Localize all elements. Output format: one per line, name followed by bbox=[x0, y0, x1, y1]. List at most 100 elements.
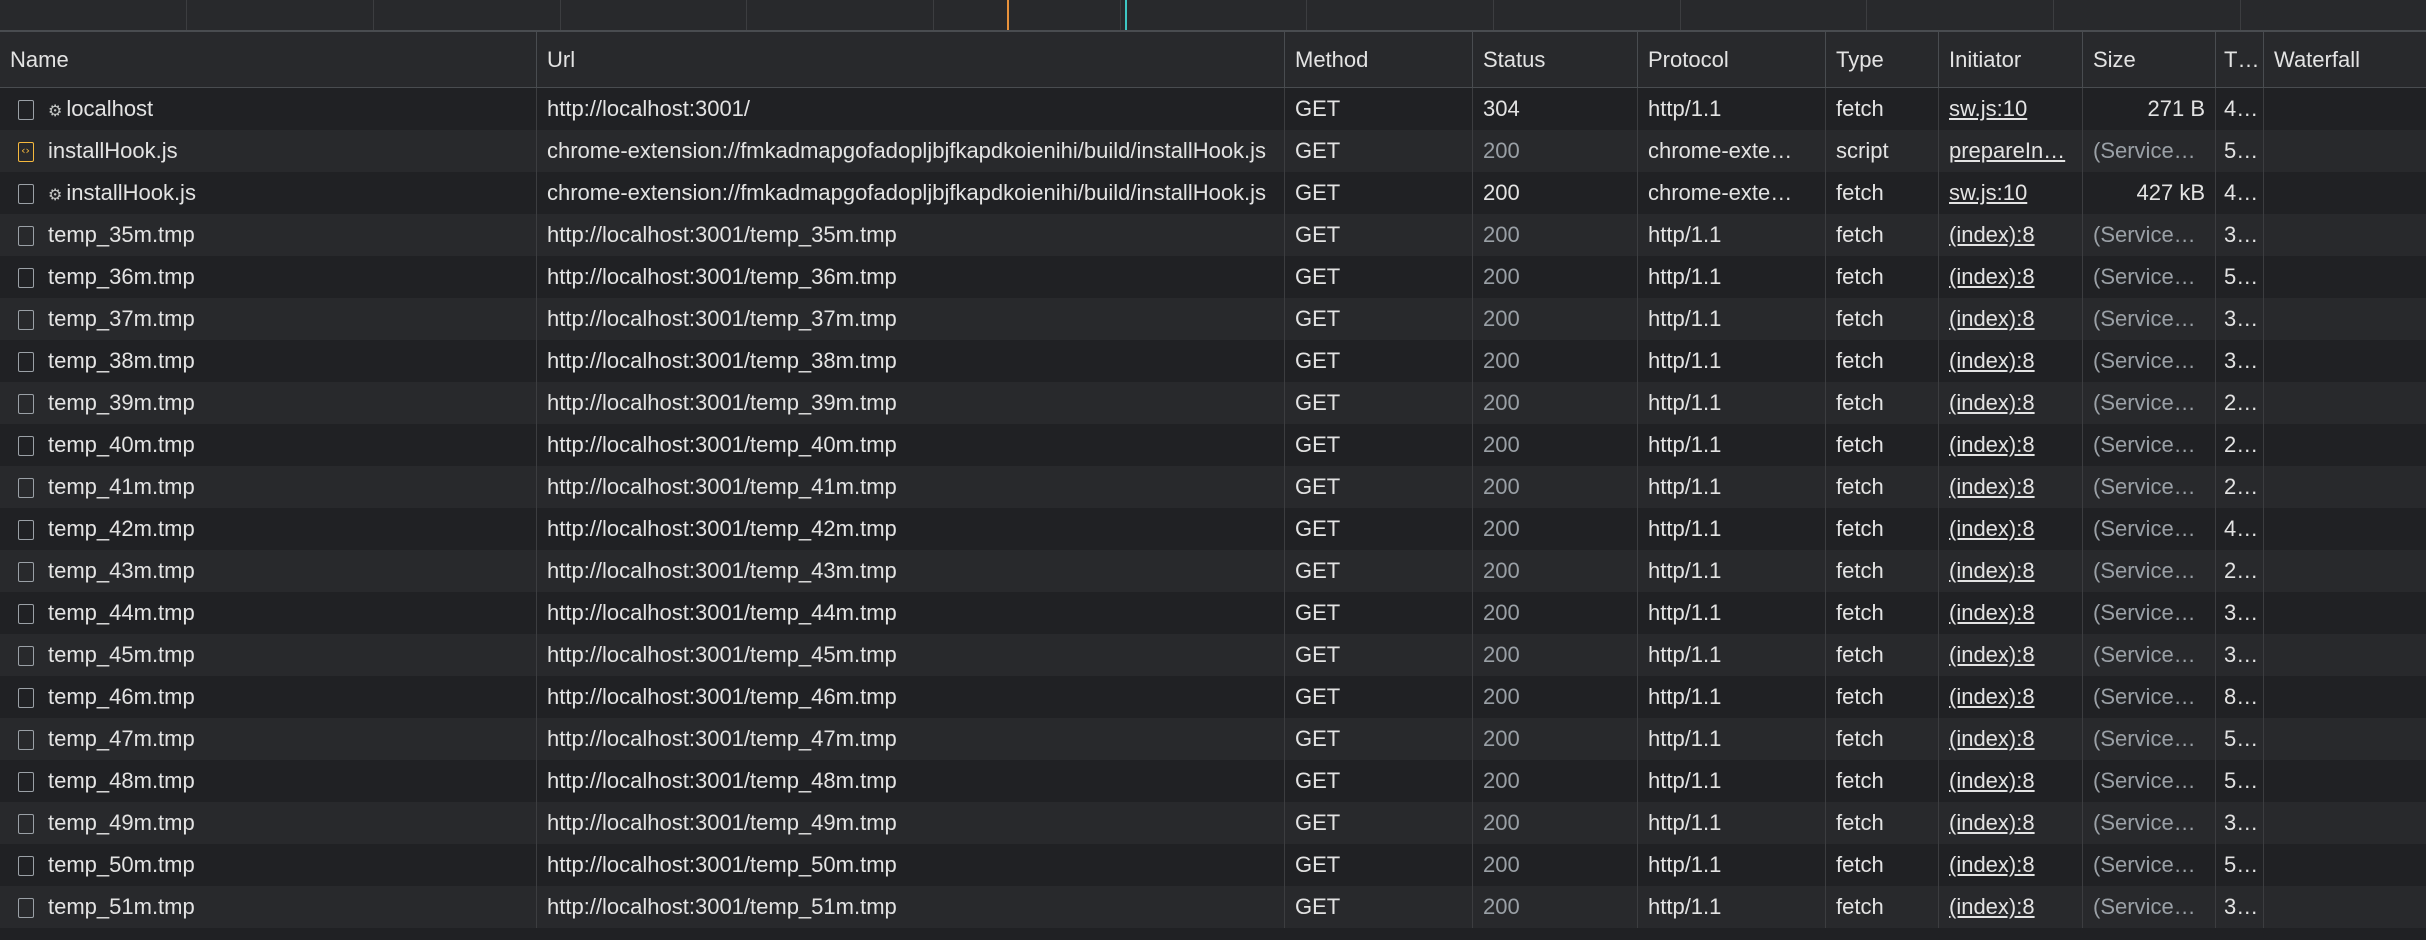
request-name: temp_35m.tmp bbox=[48, 222, 195, 247]
cell-url: http://localhost:3001/temp_48m.tmp bbox=[537, 760, 1285, 802]
cell-name[interactable]: temp_41m.tmp bbox=[0, 466, 537, 508]
initiator-link[interactable]: (index):8 bbox=[1949, 726, 2035, 751]
initiator-link[interactable]: (index):8 bbox=[1949, 894, 2035, 919]
cell-protocol: chrome-exte… bbox=[1638, 130, 1826, 172]
column-header-size[interactable]: Size bbox=[2083, 32, 2216, 88]
initiator-link[interactable]: (index):8 bbox=[1949, 810, 2035, 835]
initiator-link[interactable]: (index):8 bbox=[1949, 684, 2035, 709]
table-row[interactable]: installHook.js chrome-extension://fmkadma… bbox=[0, 130, 2426, 172]
network-overview-timeline[interactable] bbox=[0, 0, 2426, 32]
table-row[interactable]: temp_41m.tmp http://localhost:3001/temp_4… bbox=[0, 466, 2426, 508]
initiator-link[interactable]: (index):8 bbox=[1949, 642, 2035, 667]
cell-name[interactable]: temp_44m.tmp bbox=[0, 592, 537, 634]
table-row[interactable]: ⚙ localhost http://localhost:3001/GET 304 ht… bbox=[0, 88, 2426, 130]
initiator-link[interactable]: sw.js:10 bbox=[1949, 180, 2027, 205]
cell-size: (Service… bbox=[2083, 256, 2216, 298]
table-row[interactable]: temp_40m.tmp http://localhost:3001/temp_4… bbox=[0, 424, 2426, 466]
table-row[interactable]: ⚙ installHook.js chrome-extension://fmkadm… bbox=[0, 172, 2426, 214]
cell-type: fetch bbox=[1826, 592, 1939, 634]
cell-time: 2… bbox=[2216, 382, 2264, 424]
column-header-method[interactable]: Method bbox=[1285, 32, 1473, 88]
cell-name[interactable]: temp_45m.tmp bbox=[0, 634, 537, 676]
initiator-link[interactable]: (index):8 bbox=[1949, 600, 2035, 625]
cell-name[interactable]: temp_40m.tmp bbox=[0, 424, 537, 466]
cell-name[interactable]: temp_37m.tmp bbox=[0, 298, 537, 340]
cell-method: GET bbox=[1285, 340, 1473, 382]
cell-name[interactable]: temp_42m.tmp bbox=[0, 508, 537, 550]
table-row[interactable]: temp_48m.tmp http://localhost:3001/temp_4… bbox=[0, 760, 2426, 802]
cell-url: http://localhost:3001/temp_43m.tmp bbox=[537, 550, 1285, 592]
document-icon bbox=[18, 478, 34, 498]
initiator-link[interactable]: (index):8 bbox=[1949, 390, 2035, 415]
table-row[interactable]: temp_42m.tmp http://localhost:3001/temp_4… bbox=[0, 508, 2426, 550]
table-row[interactable]: temp_38m.tmp http://localhost:3001/temp_3… bbox=[0, 340, 2426, 382]
initiator-link[interactable]: (index):8 bbox=[1949, 348, 2035, 373]
column-header-status[interactable]: Status bbox=[1473, 32, 1638, 88]
cell-name[interactable]: temp_47m.tmp bbox=[0, 718, 537, 760]
cell-name[interactable]: temp_35m.tmp bbox=[0, 214, 537, 256]
cell-protocol: http/1.1 bbox=[1638, 466, 1826, 508]
initiator-link[interactable]: (index):8 bbox=[1949, 474, 2035, 499]
cell-name[interactable]: temp_46m.tmp bbox=[0, 676, 537, 718]
table-row[interactable]: temp_44m.tmp http://localhost:3001/temp_4… bbox=[0, 592, 2426, 634]
column-header-initiator[interactable]: Initiator bbox=[1939, 32, 2083, 88]
initiator-link[interactable]: (index):8 bbox=[1949, 432, 2035, 457]
cell-name[interactable]: temp_39m.tmp bbox=[0, 382, 537, 424]
cell-name[interactable]: temp_43m.tmp bbox=[0, 550, 537, 592]
column-header-type[interactable]: Type bbox=[1826, 32, 1939, 88]
initiator-link[interactable]: (index):8 bbox=[1949, 768, 2035, 793]
cell-size: (Service… bbox=[2083, 676, 2216, 718]
table-row[interactable]: temp_36m.tmp http://localhost:3001/temp_3… bbox=[0, 256, 2426, 298]
initiator-link[interactable]: (index):8 bbox=[1949, 306, 2035, 331]
column-header-waterfall[interactable]: Waterfall bbox=[2264, 32, 2426, 88]
column-header-protocol[interactable]: Protocol bbox=[1638, 32, 1826, 88]
cell-name[interactable]: temp_50m.tmp bbox=[0, 844, 537, 886]
cell-waterfall bbox=[2264, 844, 2426, 886]
cell-time: 2… bbox=[2216, 550, 2264, 592]
initiator-link[interactable]: (index):8 bbox=[1949, 516, 2035, 541]
initiator-link[interactable]: prepareIn… bbox=[1949, 138, 2065, 163]
cell-method: GET bbox=[1285, 592, 1473, 634]
cell-type: fetch bbox=[1826, 466, 1939, 508]
column-header-url[interactable]: Url bbox=[537, 32, 1285, 88]
service-worker-gear-icon: ⚙ bbox=[48, 101, 63, 120]
timeline-gridline bbox=[560, 0, 561, 30]
cell-type: fetch bbox=[1826, 802, 1939, 844]
table-row[interactable]: temp_47m.tmp http://localhost:3001/temp_4… bbox=[0, 718, 2426, 760]
table-row[interactable]: temp_39m.tmp http://localhost:3001/temp_3… bbox=[0, 382, 2426, 424]
cell-name[interactable]: ⚙ localhost bbox=[0, 88, 537, 130]
cell-waterfall bbox=[2264, 130, 2426, 172]
table-row[interactable]: temp_51m.tmp http://localhost:3001/temp_5… bbox=[0, 886, 2426, 928]
table-row[interactable]: temp_37m.tmp http://localhost:3001/temp_3… bbox=[0, 298, 2426, 340]
cell-name[interactable]: temp_51m.tmp bbox=[0, 886, 537, 928]
cell-protocol: http/1.1 bbox=[1638, 592, 1826, 634]
cell-protocol: http/1.1 bbox=[1638, 382, 1826, 424]
cell-name[interactable]: temp_38m.tmp bbox=[0, 340, 537, 382]
table-row[interactable]: temp_49m.tmp http://localhost:3001/temp_4… bbox=[0, 802, 2426, 844]
request-name: temp_50m.tmp bbox=[48, 852, 195, 877]
initiator-link[interactable]: sw.js:10 bbox=[1949, 96, 2027, 121]
cell-protocol: http/1.1 bbox=[1638, 844, 1826, 886]
cell-name[interactable]: ⚙ installHook.js bbox=[0, 172, 537, 214]
column-header-time[interactable]: T… bbox=[2216, 32, 2264, 88]
table-row[interactable]: temp_43m.tmp http://localhost:3001/temp_4… bbox=[0, 550, 2426, 592]
cell-time: 3… bbox=[2216, 634, 2264, 676]
cell-name[interactable]: temp_36m.tmp bbox=[0, 256, 537, 298]
cell-size: 271 B bbox=[2083, 88, 2216, 130]
table-row[interactable]: temp_35m.tmp http://localhost:3001/temp_3… bbox=[0, 214, 2426, 256]
cell-status: 200 bbox=[1473, 886, 1638, 928]
table-row[interactable]: temp_50m.tmp http://localhost:3001/temp_5… bbox=[0, 844, 2426, 886]
cell-name[interactable]: installHook.js bbox=[0, 130, 537, 172]
request-name: temp_36m.tmp bbox=[48, 264, 195, 289]
initiator-link[interactable]: (index):8 bbox=[1949, 852, 2035, 877]
cell-waterfall bbox=[2264, 466, 2426, 508]
table-row[interactable]: temp_46m.tmp http://localhost:3001/temp_4… bbox=[0, 676, 2426, 718]
initiator-link[interactable]: (index):8 bbox=[1949, 264, 2035, 289]
initiator-link[interactable]: (index):8 bbox=[1949, 558, 2035, 583]
table-row[interactable]: temp_45m.tmp http://localhost:3001/temp_4… bbox=[0, 634, 2426, 676]
cell-waterfall bbox=[2264, 592, 2426, 634]
initiator-link[interactable]: (index):8 bbox=[1949, 222, 2035, 247]
cell-name[interactable]: temp_48m.tmp bbox=[0, 760, 537, 802]
cell-name[interactable]: temp_49m.tmp bbox=[0, 802, 537, 844]
column-header-name[interactable]: Name bbox=[0, 32, 537, 88]
